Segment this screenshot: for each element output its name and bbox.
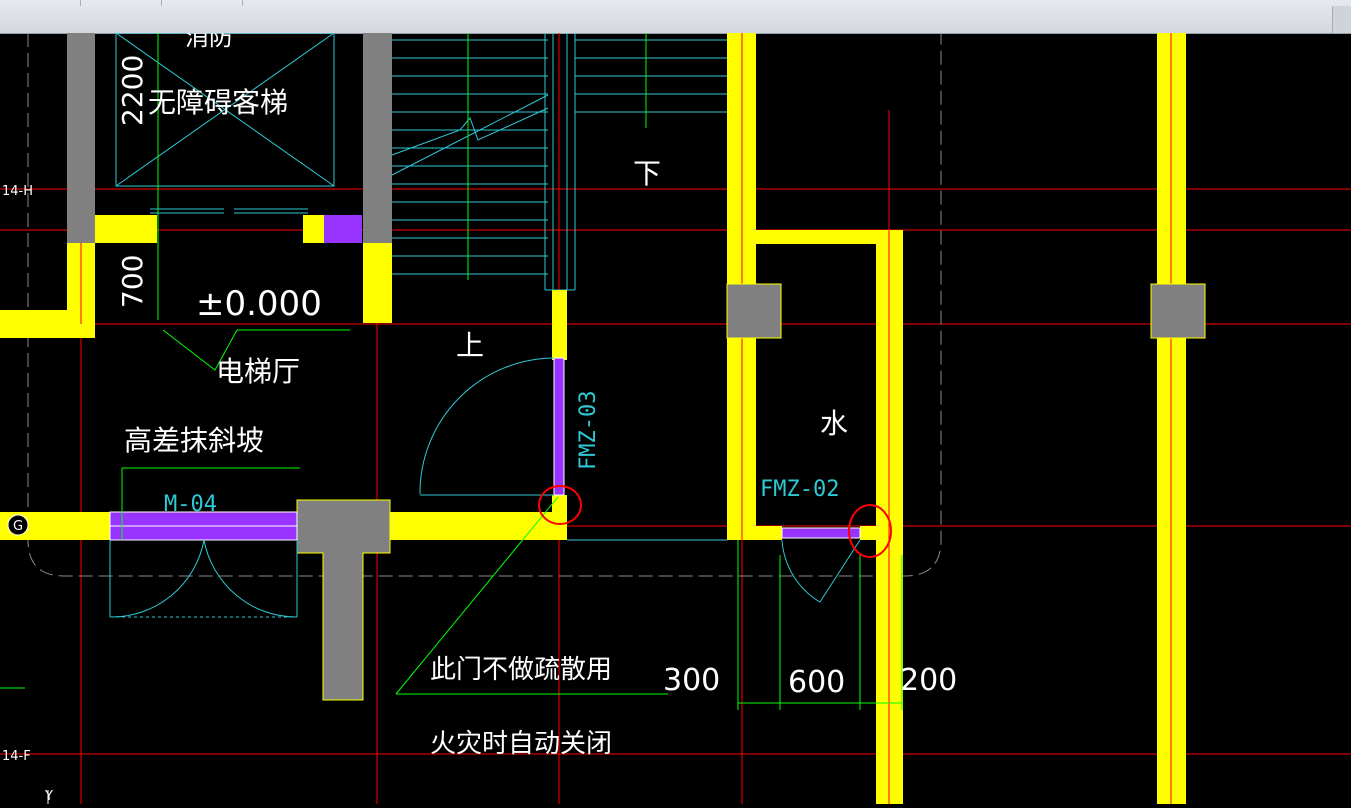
note-line-2: 火灾时自动关闭 [430,729,612,759]
door-tag-fmz03: FMZ-03 [576,391,601,470]
toolbar-strip [0,6,1351,33]
dim-elevator-depth: 2200 [116,55,149,126]
door-tag-m04: M-04 [164,492,217,517]
label-slope-note: 高差抹斜坡 [124,424,264,457]
axis-label-14h: 14-H [2,184,33,199]
label-elevator-hall: 电梯厅 [216,355,300,388]
label-elevator: 无障碍客梯 [148,86,288,119]
axis-label-g: G [13,519,23,534]
label-water: 水 [820,407,848,440]
wall-center-lines [80,33,1172,804]
cad-drawing[interactable]: 消防 无障碍客梯 电梯厅 高差抹斜坡 上 下 水 2200 700 ±0.000… [0,23,1351,804]
door-tag-fmz02: FMZ-02 [760,477,839,502]
app-toolbar [0,0,1351,34]
dim-300: 300 [663,663,720,698]
label-stair-down: 下 [633,157,661,190]
note-line-1: 此门不做疏散用 [430,655,612,685]
label-elevator-top: 消防 [185,33,233,51]
label-stair-up: 上 [456,329,484,362]
ucs-y-label: Y [44,789,53,804]
dim-600: 600 [788,665,845,700]
toolbar-scroll-grip[interactable] [1332,6,1351,33]
dim-200: 200 [900,663,957,698]
elevation-mark: ±0.000 [196,284,322,324]
axis-label-14f: 14-F [2,749,31,764]
dim-hall-width: 700 [116,255,149,308]
cad-drawing-canvas[interactable]: 消防 无障碍客梯 电梯厅 高差抹斜坡 上 下 水 2200 700 ±0.000… [0,23,1351,804]
